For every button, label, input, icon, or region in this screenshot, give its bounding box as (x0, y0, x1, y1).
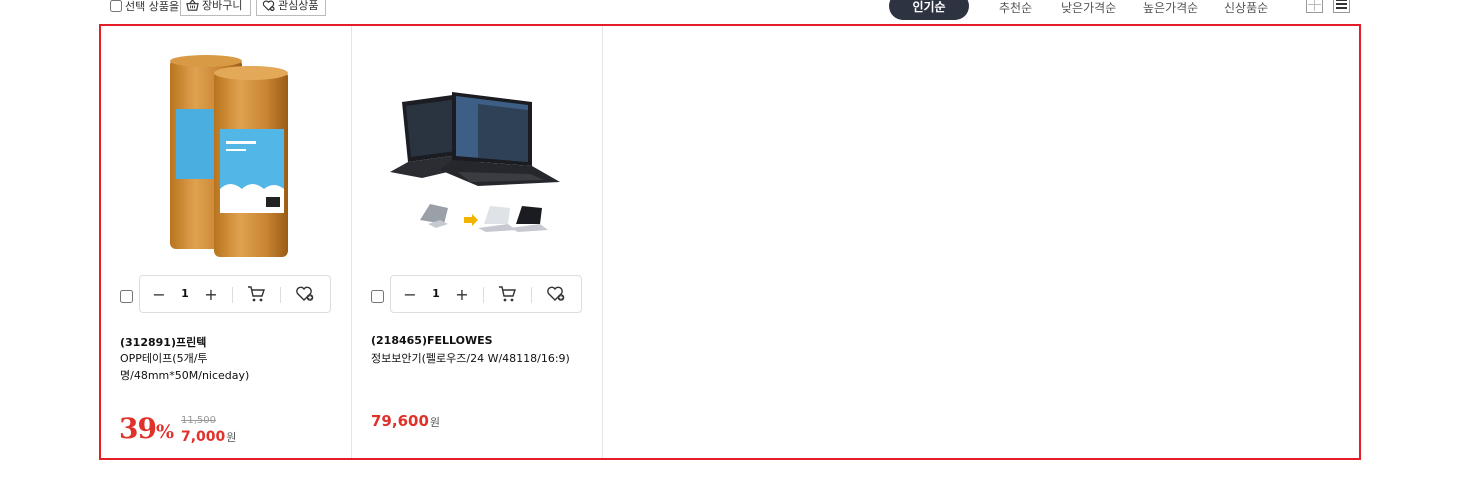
list-view-icon[interactable] (1333, 0, 1350, 13)
quantity-value[interactable]: 1 (429, 287, 443, 300)
currency-unit: 원 (429, 416, 441, 429)
sale-price: 79,600원 (371, 412, 440, 430)
product-grid: − 1 + (312891)프린텍 OPP테이프(5개/투명/48mm*50M/… (99, 24, 1361, 460)
tape-product-image (170, 55, 288, 257)
product-image[interactable] (126, 44, 326, 264)
product-name[interactable]: 정보보안기(펠로우즈/24 W/48118/16:9) (371, 350, 581, 367)
divider (483, 287, 484, 303)
quantity-minus-icon[interactable]: − (150, 285, 168, 304)
currency-unit: 원 (226, 431, 237, 444)
sort-recommended[interactable]: 추천순 (999, 0, 1032, 16)
price-value: 79,600 (371, 412, 429, 430)
product-image[interactable] (377, 44, 577, 264)
sort-high-price[interactable]: 높은가격순 (1143, 0, 1198, 16)
divider (232, 287, 233, 303)
product-name[interactable]: OPP테이프(5개/투명/48mm*50M/niceday) (120, 350, 330, 384)
sale-price: 7,000원 (181, 429, 236, 445)
cart-button-label: 장바구니 (202, 0, 243, 12)
add-selected-to-cart-button[interactable]: 장바구니 (180, 0, 251, 16)
privacy-filter-product-image (390, 92, 560, 232)
discount-unit: % (155, 421, 174, 443)
product-card: − 1 + (218465)FELLOWES 정보보안기(펠로우즈/24 W/4… (352, 26, 603, 458)
sort-newest[interactable]: 신상품순 (1224, 0, 1268, 16)
add-selected-to-wishlist-button[interactable]: 관심상품 (256, 0, 326, 16)
select-all[interactable]: 선택 상품을 (110, 0, 179, 14)
quantity-plus-icon[interactable]: + (453, 285, 471, 304)
product-list-page: 선택 상품을 장바구니 관심상품 인기순 추천순 낮은가격순 높은가격순 신상품… (0, 0, 1460, 484)
product-action-bar: − 1 + (390, 275, 582, 313)
divider (531, 287, 532, 303)
quantity-value[interactable]: 1 (178, 287, 192, 300)
grid-view-icon[interactable] (1306, 0, 1323, 13)
product-code[interactable]: (218465)FELLOWES (371, 334, 493, 347)
original-price: 11,500 (181, 415, 216, 426)
price-value: 7,000 (181, 429, 226, 445)
sort-popular[interactable]: 인기순 (889, 0, 969, 20)
product-card: − 1 + (312891)프린텍 OPP테이프(5개/투명/48mm*50M/… (101, 26, 352, 458)
quantity-plus-icon[interactable]: + (202, 285, 220, 304)
product-code[interactable]: (312891)프린텍 (120, 334, 206, 350)
discount-rate: 39% (119, 412, 174, 445)
wish-button-label: 관심상품 (278, 0, 319, 12)
select-all-checkbox[interactable] (110, 0, 122, 12)
heart-plus-icon (262, 0, 275, 11)
cart-icon[interactable] (498, 285, 516, 303)
discount-value: 39 (119, 412, 157, 445)
divider (280, 287, 281, 303)
basket-icon (186, 0, 199, 11)
quantity-minus-icon[interactable]: − (401, 285, 419, 304)
cart-icon[interactable] (247, 285, 265, 303)
heart-plus-icon[interactable] (295, 285, 315, 303)
list-toolbar: 선택 상품을 장바구니 관심상품 인기순 추천순 낮은가격순 높은가격순 신상품… (0, 0, 1460, 22)
product-action-bar: − 1 + (139, 275, 331, 313)
product-select-checkbox[interactable] (371, 290, 384, 303)
select-all-label: 선택 상품을 (125, 0, 180, 13)
sort-low-price[interactable]: 낮은가격순 (1061, 0, 1116, 16)
product-select-checkbox[interactable] (120, 290, 133, 303)
heart-plus-icon[interactable] (546, 285, 566, 303)
